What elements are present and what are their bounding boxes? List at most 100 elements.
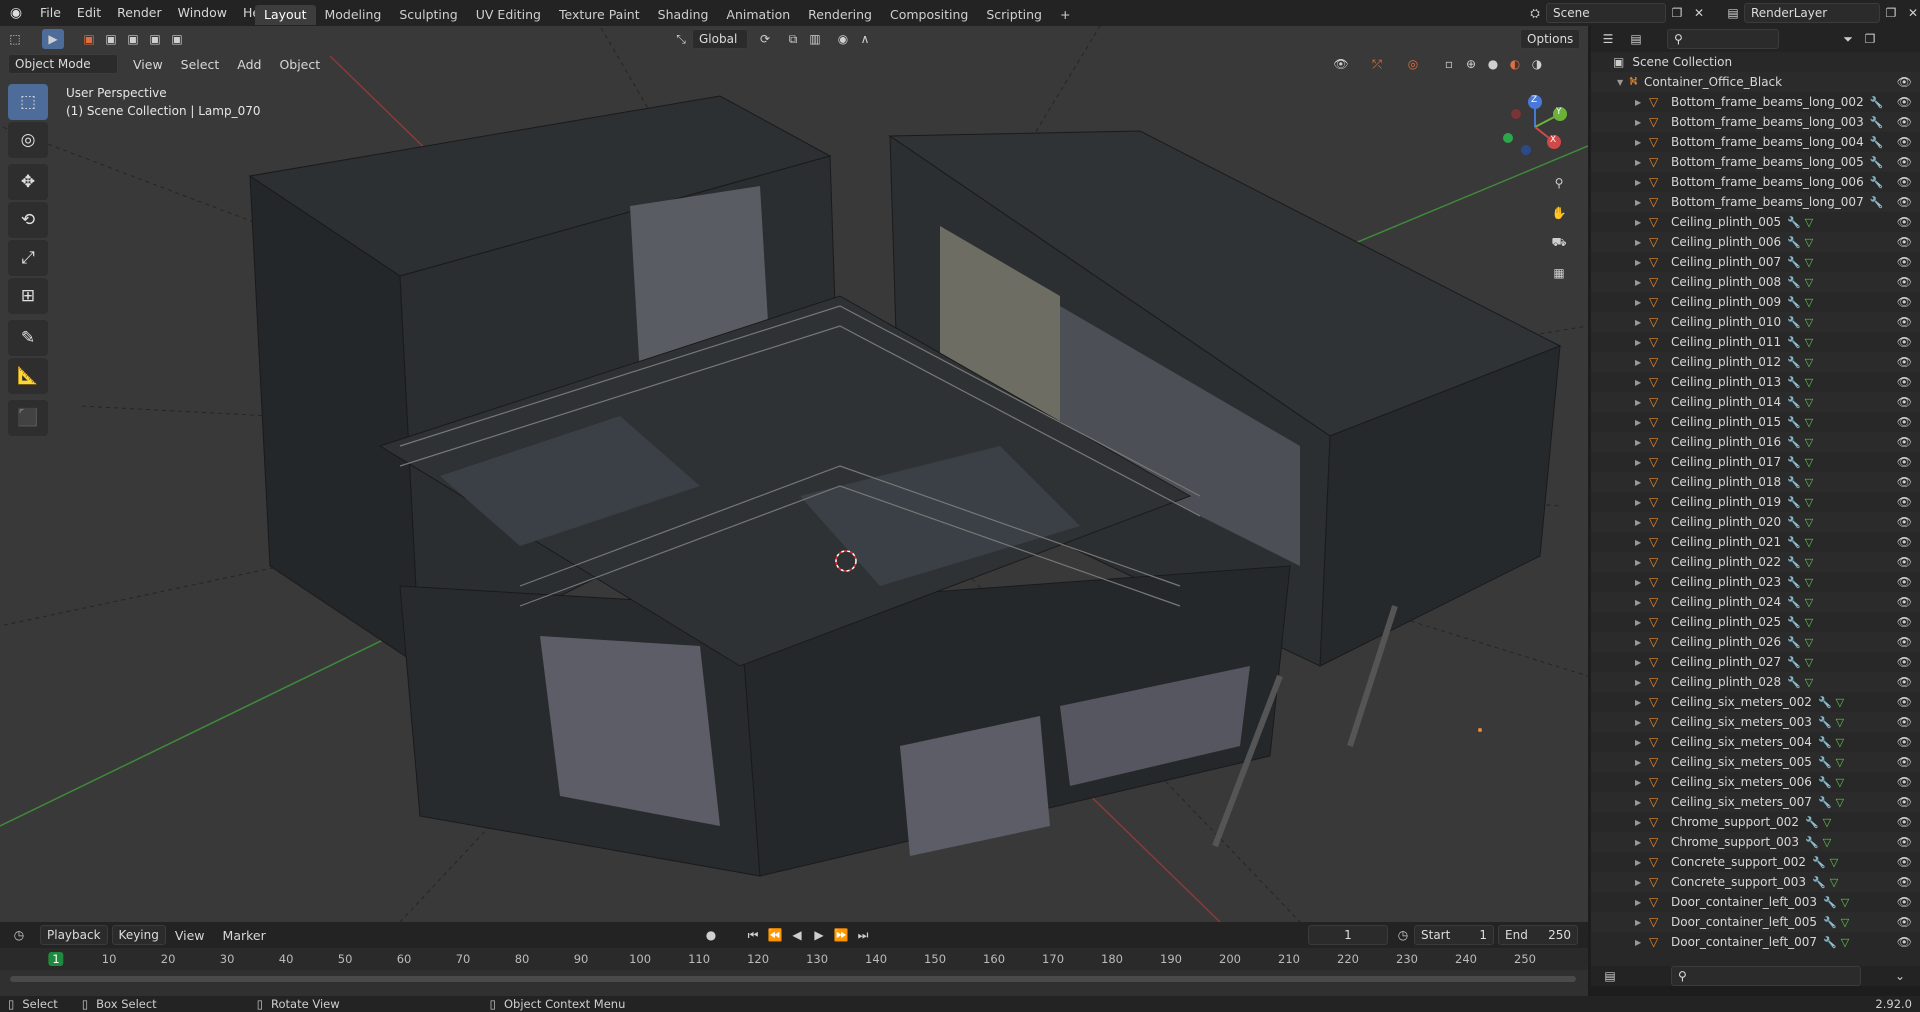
- expand-right-icon[interactable]: ▶: [1635, 178, 1645, 187]
- visibility-eye-icon[interactable]: 👁: [1897, 115, 1912, 129]
- visibility-eye-icon[interactable]: 👁: [1897, 515, 1912, 529]
- shading-wireframe-icon[interactable]: ⊕: [1460, 54, 1482, 74]
- visibility-eye-icon[interactable]: 👁: [1897, 915, 1912, 929]
- modifier-wrench-icon[interactable]: 🔧: [1787, 496, 1801, 509]
- modifier-wrench-icon[interactable]: 🔧: [1787, 416, 1801, 429]
- mesh-data-icon[interactable]: ▽: [1805, 396, 1813, 409]
- visibility-eye-icon[interactable]: 👁: [1897, 455, 1912, 469]
- modifier-wrench-icon[interactable]: 🔧: [1818, 756, 1832, 769]
- select-intersect-icon[interactable]: ▣: [166, 29, 188, 49]
- snap-icon[interactable]: ⧉: [782, 29, 804, 49]
- modifier-wrench-icon[interactable]: 🔧: [1787, 336, 1801, 349]
- expand-right-icon[interactable]: ▶: [1635, 398, 1645, 407]
- expand-right-icon[interactable]: ▶: [1635, 318, 1645, 327]
- outliner-item[interactable]: ▶ ▽ Ceiling_plinth_024 🔧 ▽ 👁: [1591, 592, 1920, 612]
- outliner-item[interactable]: ▶ ▽ Ceiling_plinth_009 🔧 ▽ 👁: [1591, 292, 1920, 312]
- mesh-data-icon[interactable]: ▽: [1805, 656, 1813, 669]
- expand-right-icon[interactable]: ▶: [1635, 938, 1645, 947]
- modifier-wrench-icon[interactable]: 🔧: [1818, 796, 1832, 809]
- tab-uv-editing[interactable]: UV Editing: [467, 5, 550, 25]
- visibility-eye-icon[interactable]: 👁: [1897, 95, 1912, 109]
- mesh-data-icon[interactable]: ▽: [1836, 756, 1844, 769]
- outliner-item[interactable]: ▶ ▽ Ceiling_plinth_011 🔧 ▽ 👁: [1591, 332, 1920, 352]
- outliner-item[interactable]: ▶ ▽ Ceiling_plinth_022 🔧 ▽ 👁: [1591, 552, 1920, 572]
- expand-right-icon[interactable]: ▶: [1635, 538, 1645, 547]
- mesh-data-icon[interactable]: ▽: [1805, 456, 1813, 469]
- tab-layout[interactable]: Layout: [255, 4, 316, 25]
- outliner-item[interactable]: ▶ ▽ Ceiling_plinth_023 🔧 ▽ 👁: [1591, 572, 1920, 592]
- footer-search-input[interactable]: ⚲: [1671, 966, 1861, 986]
- shading-material-icon[interactable]: ◐: [1504, 54, 1526, 74]
- outliner-item[interactable]: ▶ ▽ Ceiling_plinth_005 🔧 ▽ 👁: [1591, 212, 1920, 232]
- menu-object[interactable]: Object: [270, 57, 329, 72]
- outliner-item[interactable]: ▶ ▽ Ceiling_plinth_027 🔧 ▽ 👁: [1591, 652, 1920, 672]
- mesh-data-icon[interactable]: ▽: [1823, 836, 1831, 849]
- proportional-edit-icon[interactable]: ◉: [832, 29, 854, 49]
- mesh-data-icon[interactable]: ▽: [1805, 536, 1813, 549]
- visibility-eye-icon[interactable]: 👁: [1897, 635, 1912, 649]
- move-tool-icon[interactable]: ✥: [8, 164, 48, 200]
- expand-right-icon[interactable]: ▶: [1635, 418, 1645, 427]
- outliner-item[interactable]: ▶ ▽ Ceiling_plinth_008 🔧 ▽ 👁: [1591, 272, 1920, 292]
- expand-right-icon[interactable]: ▶: [1635, 558, 1645, 567]
- expand-down-icon[interactable]: ▼: [1617, 78, 1627, 87]
- visibility-eye-icon[interactable]: 👁: [1897, 815, 1912, 829]
- modifier-wrench-icon[interactable]: 🔧: [1787, 556, 1801, 569]
- expand-right-icon[interactable]: ▶: [1635, 658, 1645, 667]
- expand-right-icon[interactable]: ▶: [1635, 118, 1645, 127]
- expand-right-icon[interactable]: ▶: [1635, 258, 1645, 267]
- falloff-icon[interactable]: ∧: [854, 29, 876, 49]
- menu-view[interactable]: View: [124, 57, 172, 72]
- visibility-eye-icon[interactable]: 👁: [1897, 855, 1912, 869]
- display-mode-icon[interactable]: ▤: [1625, 29, 1647, 49]
- visibility-eye-icon[interactable]: 👁: [1897, 155, 1912, 169]
- modifier-wrench-icon[interactable]: 🔧: [1818, 716, 1832, 729]
- overlay-toggle-icon[interactable]: ◎: [1402, 54, 1424, 74]
- mesh-data-icon[interactable]: ▽: [1841, 936, 1849, 949]
- modifier-wrench-icon[interactable]: 🔧: [1823, 896, 1837, 909]
- visibility-eye-icon[interactable]: 👁: [1897, 175, 1912, 189]
- outliner-search-input[interactable]: ⚲: [1667, 29, 1779, 49]
- modifier-wrench-icon[interactable]: 🔧: [1787, 636, 1801, 649]
- modifier-wrench-icon[interactable]: 🔧: [1787, 396, 1801, 409]
- menu-window[interactable]: Window: [170, 0, 235, 26]
- menu-edit[interactable]: Edit: [69, 0, 109, 26]
- menu-file[interactable]: File: [32, 0, 69, 26]
- filter-icon[interactable]: ⏷: [1837, 29, 1859, 49]
- expand-right-icon[interactable]: ▶: [1635, 918, 1645, 927]
- outliner-item[interactable]: ▶ ▽ Concrete_support_003 🔧 ▽ 👁: [1591, 872, 1920, 892]
- visibility-eye-icon[interactable]: 👁: [1897, 275, 1912, 289]
- modifier-wrench-icon[interactable]: 🔧: [1787, 216, 1801, 229]
- outliner-item[interactable]: ▶ ▽ Ceiling_plinth_007 🔧 ▽ 👁: [1591, 252, 1920, 272]
- zoom-icon[interactable]: ⚲: [1548, 168, 1570, 198]
- expand-right-icon[interactable]: ▶: [1635, 578, 1645, 587]
- expand-right-icon[interactable]: ▶: [1635, 458, 1645, 467]
- marker-menu[interactable]: Marker: [214, 928, 275, 943]
- modifier-wrench-icon[interactable]: 🔧: [1870, 196, 1884, 209]
- expand-right-icon[interactable]: ▶: [1635, 358, 1645, 367]
- select-extend-icon[interactable]: ▣: [100, 29, 122, 49]
- visibility-eye-icon[interactable]: 👁: [1897, 695, 1912, 709]
- tab-modeling[interactable]: Modeling: [316, 5, 391, 25]
- mesh-data-icon[interactable]: ▽: [1805, 436, 1813, 449]
- visibility-eye-icon[interactable]: 👁: [1897, 475, 1912, 489]
- visibility-icon[interactable]: 👁: [1330, 54, 1352, 74]
- modifier-wrench-icon[interactable]: 🔧: [1805, 816, 1819, 829]
- visibility-eye-icon[interactable]: 👁: [1897, 295, 1912, 309]
- mesh-data-icon[interactable]: ▽: [1836, 696, 1844, 709]
- expand-right-icon[interactable]: ▶: [1635, 898, 1645, 907]
- expand-right-icon[interactable]: ▶: [1635, 598, 1645, 607]
- outliner-item[interactable]: ▶ ▽ Bottom_frame_beams_long_006 🔧 👁: [1591, 172, 1920, 192]
- outliner-item[interactable]: ▶ ▽ Ceiling_plinth_018 🔧 ▽ 👁: [1591, 472, 1920, 492]
- mesh-data-icon[interactable]: ▽: [1836, 796, 1844, 809]
- mesh-data-icon[interactable]: ▽: [1805, 636, 1813, 649]
- collection-eye-icon[interactable]: 👁: [1897, 75, 1912, 89]
- visibility-eye-icon[interactable]: 👁: [1897, 255, 1912, 269]
- camera-view-icon[interactable]: ⛟: [1548, 228, 1570, 258]
- expand-right-icon[interactable]: ▶: [1635, 878, 1645, 887]
- modifier-wrench-icon[interactable]: 🔧: [1870, 116, 1884, 129]
- timeline-scrollbar[interactable]: [10, 976, 1576, 982]
- visibility-eye-icon[interactable]: 👁: [1897, 435, 1912, 449]
- outliner-item[interactable]: ▶ ▽ Door_container_left_003 🔧 ▽ 👁: [1591, 892, 1920, 912]
- modifier-wrench-icon[interactable]: 🔧: [1787, 296, 1801, 309]
